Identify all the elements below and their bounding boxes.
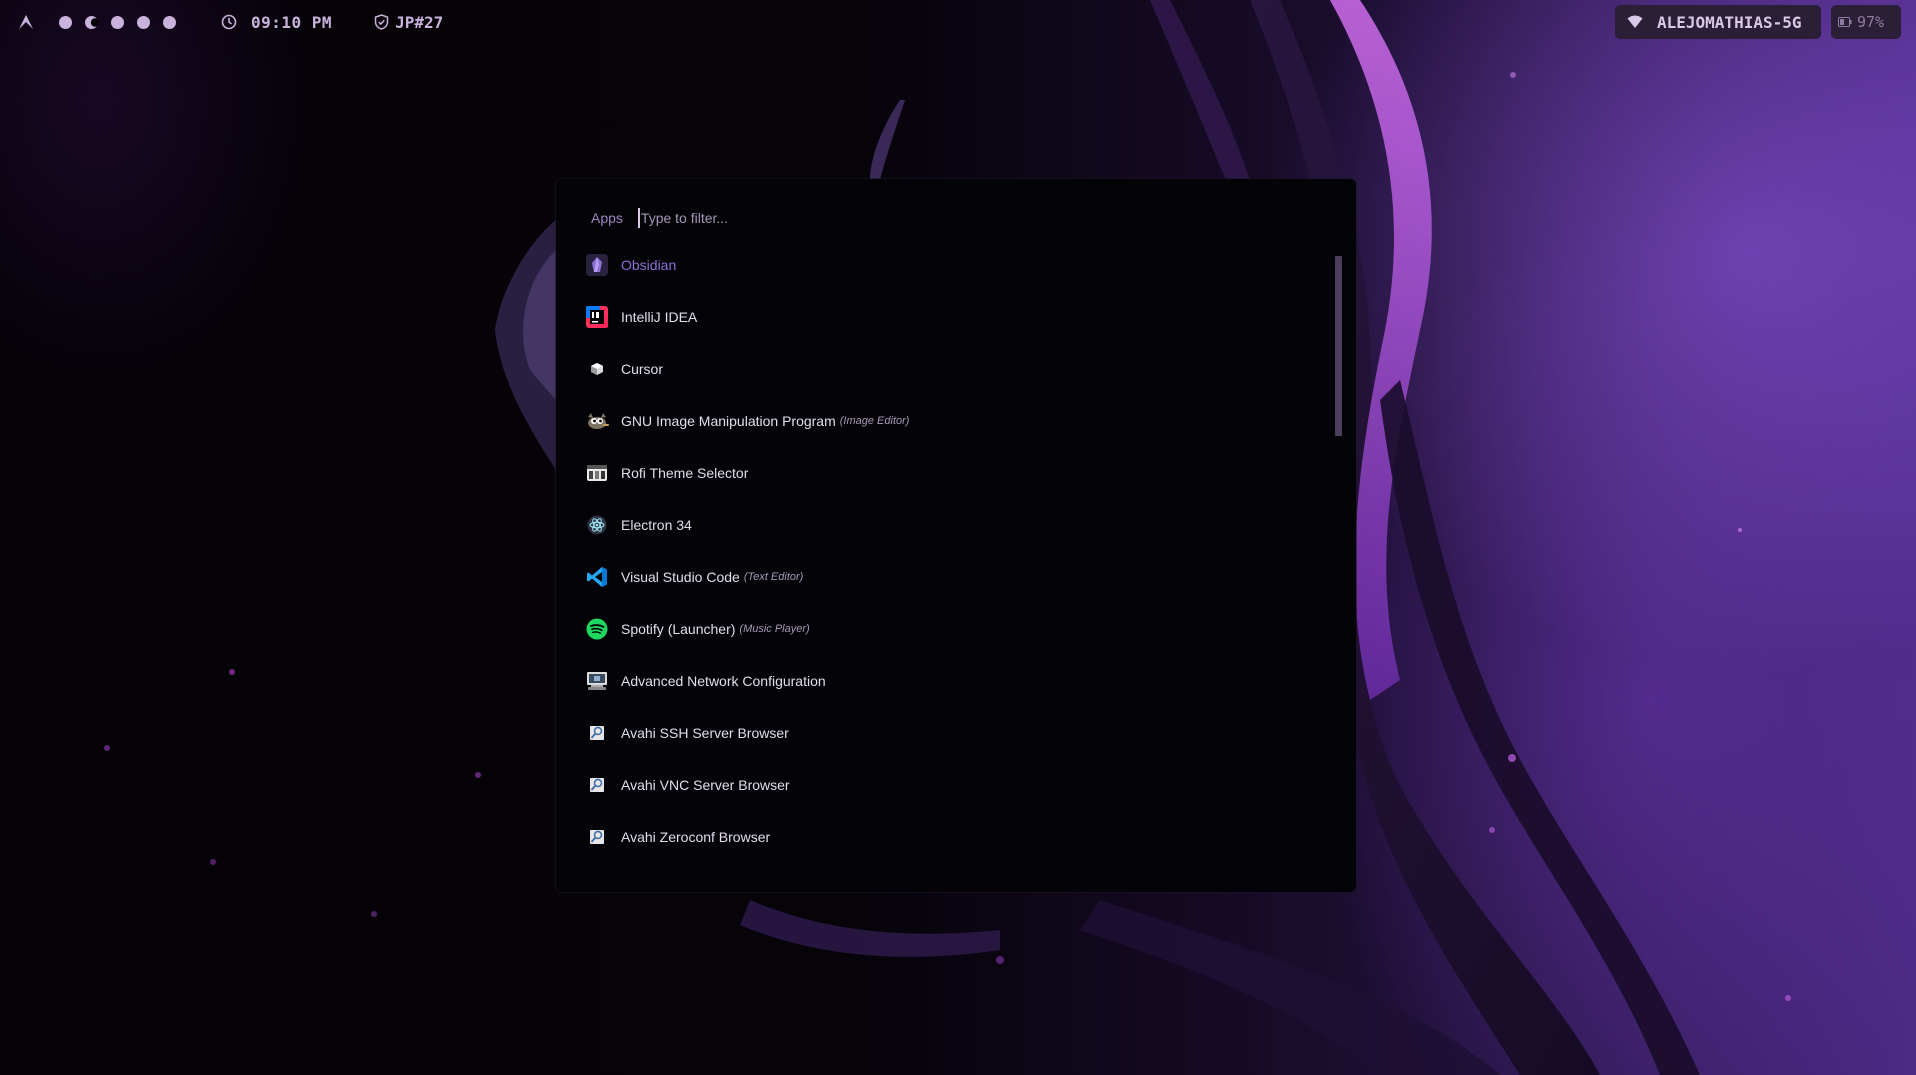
vpn-status[interactable]: JP#27 [374,13,443,32]
clock-text: 09:10 PM [251,12,333,32]
clock-icon [221,14,237,30]
app-launcher: Apps Obsidian [556,179,1356,892]
clock[interactable]: 09:10 PM [221,13,332,32]
workspace-5-button[interactable] [163,15,176,29]
vpn-text: JP#27 [395,12,444,32]
arch-logo-icon [19,15,33,29]
avahi-icon [585,825,609,849]
avahi-icon [585,773,609,797]
app-item-name: Avahi Zeroconf Browser [621,829,771,845]
intellij-icon [585,305,609,329]
topbar-left: 09:10 PM JP#27 [11,7,443,37]
filter-input[interactable] [637,208,1241,228]
launcher-logo-button[interactable] [11,7,41,37]
app-item-avahi-vnc[interactable]: Avahi VNC Server Browser [556,759,1316,811]
gimp-icon [585,409,609,433]
wifi-status[interactable]: ALEJOMATHIAS-5G [1615,5,1821,39]
app-item-vscode[interactable]: Visual Studio Code (Text Editor) [556,551,1316,603]
app-item-name: Cursor [621,361,664,377]
app-list: Obsidian IntelliJ IDEA Cursor GNU Image … [556,239,1316,863]
app-item-spotify[interactable]: Spotify (Launcher) (Music Player) [556,603,1316,655]
topbar-right: ALEJOMATHIAS-5G 97% [1615,5,1901,39]
app-item-avahi-ssh[interactable]: Avahi SSH Server Browser [556,707,1316,759]
launcher-scrollbar[interactable] [1335,256,1342,436]
electron-icon [585,513,609,537]
cursor-app-icon [585,357,609,381]
app-item-name: IntelliJ IDEA [621,309,698,325]
app-item-obsidian[interactable]: Obsidian [556,239,1316,291]
rofi-theme-icon [585,461,609,485]
app-item-name: Avahi VNC Server Browser [621,777,790,793]
app-item-name: Avahi SSH Server Browser [621,725,789,741]
app-item-gimp[interactable]: GNU Image Manipulation Program (Image Ed… [556,395,1316,447]
app-item-electron[interactable]: Electron 34 [556,499,1316,551]
app-item-name: GNU Image Manipulation Program [621,413,836,429]
obsidian-icon [585,253,609,277]
app-item-comment: (Music Player) [739,623,810,635]
launcher-prompt-row: Apps [591,208,1241,228]
desktop: 09:10 PM JP#27 ALEJOMATHIAS-5G 97% Apps … [0,0,1916,1075]
app-item-comment: (Image Editor) [839,415,910,427]
app-item-intellij[interactable]: IntelliJ IDEA [556,291,1316,343]
app-item-avahi-zeroconf[interactable]: Avahi Zeroconf Browser [556,811,1316,863]
spotify-icon [585,617,609,641]
wifi-ssid: ALEJOMATHIAS-5G [1657,12,1802,32]
vscode-icon [585,565,609,589]
app-item-advanced-network-config[interactable]: Advanced Network Configuration [556,655,1316,707]
wifi-icon [1627,15,1643,28]
avahi-icon [585,721,609,745]
app-item-rofi-theme-selector[interactable]: Rofi Theme Selector [556,447,1316,499]
workspace-2-button[interactable] [85,15,98,29]
workspace-3-button[interactable] [111,15,124,29]
app-item-name: Electron 34 [621,517,692,533]
app-item-name: Advanced Network Configuration [621,673,826,689]
app-item-name: Rofi Theme Selector [621,465,749,481]
battery-icon [1838,17,1852,27]
app-item-name: Obsidian [621,257,677,273]
workspace-1-button[interactable] [59,15,72,29]
battery-status[interactable]: 97% [1831,5,1901,39]
app-item-name: Visual Studio Code [621,569,740,585]
app-item-comment: (Text Editor) [743,571,804,583]
mode-label: Apps [591,210,623,226]
network-config-icon [585,669,609,693]
app-item-name: Spotify (Launcher) [621,621,736,637]
app-item-cursor[interactable]: Cursor [556,343,1316,395]
workspace-4-button[interactable] [137,15,150,29]
battery-percent: 97% [1857,13,1885,31]
shield-icon [374,14,389,30]
